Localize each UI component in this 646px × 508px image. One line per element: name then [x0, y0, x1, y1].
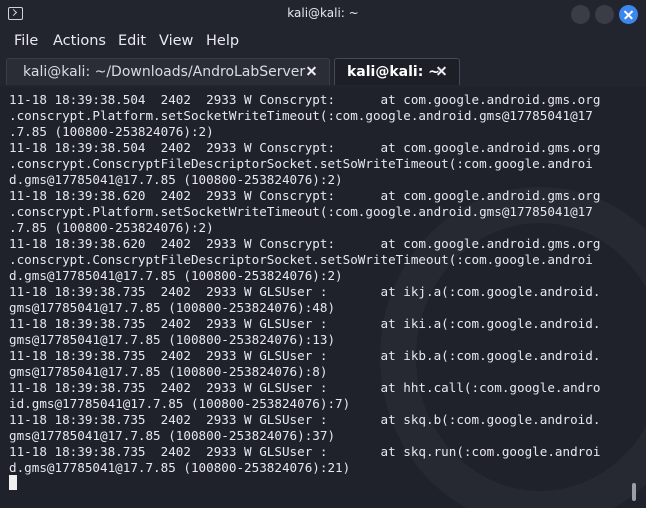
close-tab-icon[interactable]: [305, 64, 319, 78]
terminal-line: 11-18 18:39:38.735 2402 2933 W GLSUser :…: [9, 348, 601, 363]
terminal-line: .conscrypt.Platform.setSocketWriteTimeou…: [9, 108, 593, 123]
terminal-line: .7.85 (100800-253824076):2): [9, 124, 214, 139]
tab-home[interactable]: kali@kali: ~: [334, 58, 460, 85]
terminal-line: 11-18 18:39:38.735 2402 2933 W GLSUser :…: [9, 412, 601, 427]
terminal-line: 11-18 18:39:38.620 2402 2933 W Conscrypt…: [9, 236, 601, 251]
terminal-line: 11-18 18:39:38.735 2402 2933 W GLSUser :…: [9, 316, 601, 331]
terminal-line: gms@17785041@17.7.85 (100800-253824076):…: [9, 300, 336, 315]
terminal-line: d.gms@17785041@17.7.85 (100800-253824076…: [9, 172, 343, 187]
menu-view[interactable]: View: [159, 33, 193, 49]
terminal-line: 11-18 18:39:38.735 2402 2933 W GLSUser :…: [9, 444, 601, 459]
tab-androlabserver[interactable]: kali@kali: ~/Downloads/AndroLabServer: [6, 58, 330, 85]
terminal-line: 11-18 18:39:38.735 2402 2933 W GLSUser :…: [9, 284, 601, 299]
terminal-window: kali@kali: ~ File Actions Edit View Help…: [0, 0, 646, 508]
minimize-button[interactable]: [571, 5, 590, 24]
terminal-line: 11-18 18:39:38.735 2402 2933 W GLSUser :…: [9, 380, 601, 395]
terminal-text: 11-18 18:39:38.504 2402 2933 W Conscrypt…: [9, 92, 600, 476]
menu-edit[interactable]: Edit: [118, 33, 146, 49]
terminal-line: 11-18 18:39:38.504 2402 2933 W Conscrypt…: [9, 92, 601, 107]
tab-bar: kali@kali: ~/Downloads/AndroLabServer ka…: [0, 55, 646, 87]
menu-actions[interactable]: Actions: [53, 33, 106, 49]
terminal-line: .7.85 (100800-253824076):2): [9, 220, 214, 235]
close-tab-icon[interactable]: [435, 64, 449, 78]
menu-file[interactable]: File: [14, 33, 38, 49]
tab-label: kali@kali: ~/Downloads/AndroLabServer: [23, 64, 306, 80]
title-bar[interactable]: kali@kali: ~: [0, 0, 646, 30]
menu-help[interactable]: Help: [206, 33, 239, 49]
terminal-line: .conscrypt.ConscryptFileDescriptorSocket…: [9, 156, 593, 171]
terminal-line: gms@17785041@17.7.85 (100800-253824076):…: [9, 428, 336, 443]
terminal-line: d.gms@17785041@17.7.85 (100800-253824076…: [9, 268, 343, 283]
window-title: kali@kali: ~: [287, 6, 359, 20]
terminal-line: 11-18 18:39:38.620 2402 2933 W Conscrypt…: [9, 188, 601, 203]
tab-label: kali@kali: ~: [347, 64, 440, 80]
terminal-line: id.gms@17785041@17.7.85 (100800-25382407…: [9, 396, 351, 411]
terminal-line: d.gms@17785041@17.7.85 (100800-253824076…: [9, 460, 351, 475]
scrollbar[interactable]: [632, 483, 636, 501]
menu-bar: File Actions Edit View Help: [0, 29, 646, 55]
text-cursor: [9, 475, 17, 490]
terminal-line: gms@17785041@17.7.85 (100800-253824076):…: [9, 332, 336, 347]
terminal-line: gms@17785041@17.7.85 (100800-253824076):…: [9, 364, 328, 379]
close-window-button[interactable]: [619, 5, 638, 24]
terminal-line: .conscrypt.Platform.setSocketWriteTimeou…: [9, 204, 593, 219]
terminal-output[interactable]: 11-18 18:39:38.504 2402 2933 W Conscrypt…: [0, 87, 646, 508]
maximize-button[interactable]: [595, 5, 614, 24]
terminal-line: 11-18 18:39:38.504 2402 2933 W Conscrypt…: [9, 140, 601, 155]
terminal-line: .conscrypt.ConscryptFileDescriptorSocket…: [9, 252, 593, 267]
